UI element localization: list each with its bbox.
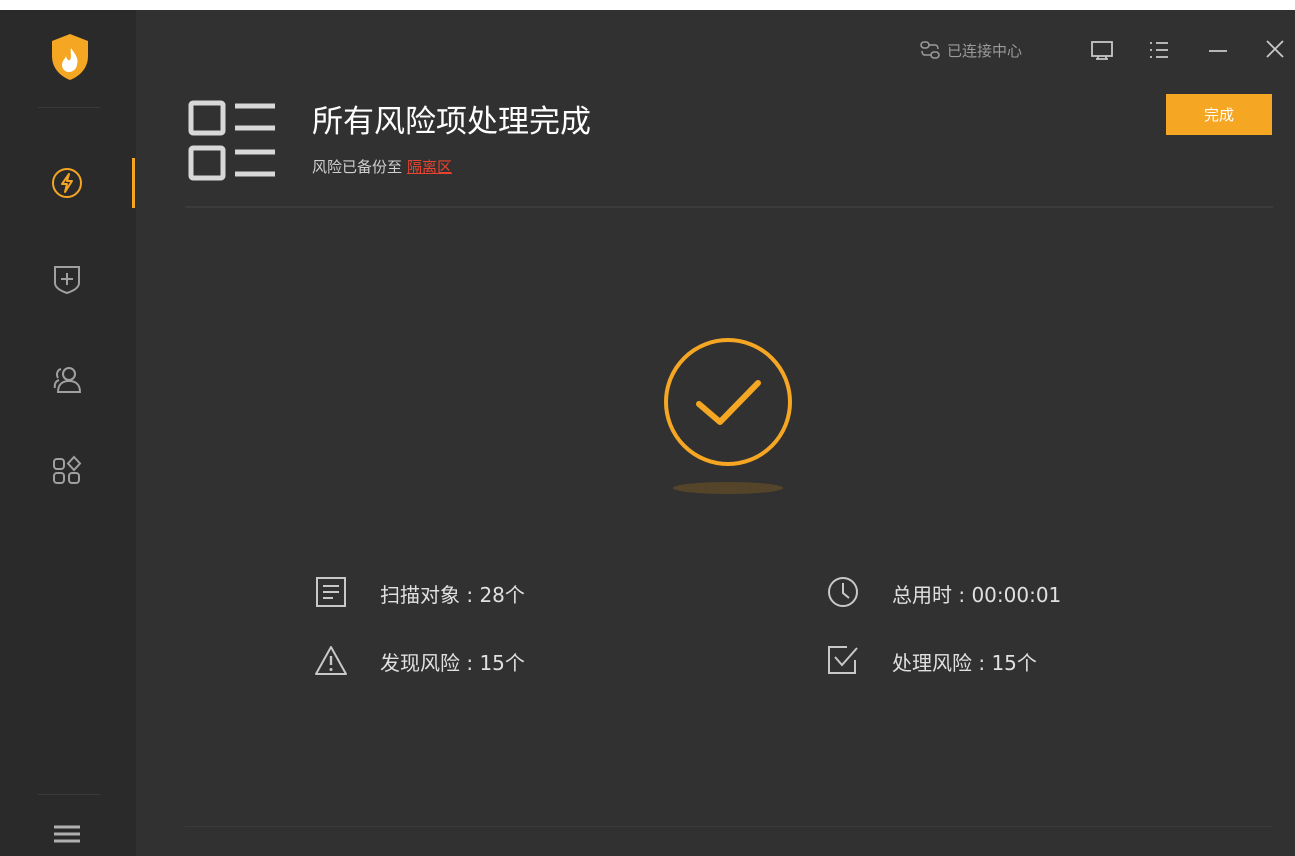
list-icon bbox=[187, 98, 277, 188]
shield-plus-icon bbox=[54, 266, 80, 295]
sidebar-item-protection[interactable] bbox=[0, 248, 136, 308]
found-risks-label: 发现风险 : 15个 bbox=[380, 651, 525, 675]
sidebar-divider bbox=[38, 107, 100, 108]
sidebar-bottom-divider bbox=[38, 794, 100, 795]
sidebar-item-apps[interactable] bbox=[0, 440, 136, 500]
hamburger-icon[interactable] bbox=[50, 822, 84, 850]
sidebar bbox=[0, 10, 136, 856]
page-subtitle: 风险已备份至 隔离区 bbox=[312, 156, 452, 177]
active-indicator bbox=[132, 158, 135, 208]
page-title: 所有风险项处理完成 bbox=[312, 104, 591, 140]
close-icon bbox=[1266, 40, 1284, 58]
menu-list-icon bbox=[1150, 42, 1168, 58]
link-icon bbox=[920, 41, 940, 59]
connect-center-label: 已连接中心 bbox=[947, 41, 1023, 60]
done-button[interactable]: 完成 bbox=[1166, 94, 1272, 135]
success-check-icon bbox=[662, 336, 794, 472]
minimize-button[interactable] bbox=[1205, 38, 1231, 62]
subtitle-text: 风险已备份至 bbox=[312, 158, 403, 176]
document-icon bbox=[316, 577, 346, 607]
minimize-icon bbox=[1209, 50, 1227, 52]
app-logo bbox=[48, 32, 92, 82]
users-icon bbox=[53, 367, 82, 393]
quarantine-link[interactable]: 隔离区 bbox=[407, 158, 452, 176]
menu-button[interactable] bbox=[1146, 38, 1172, 62]
connect-center-status[interactable]: 已连接中心 bbox=[919, 38, 1022, 62]
clock-icon bbox=[828, 577, 858, 607]
handled-risks-label: 处理风险 : 15个 bbox=[892, 651, 1037, 675]
app-window: 已连接中心 所有风险项处理完成 风险已备份至 隔离区 完成 扫描对象: 28个… bbox=[0, 10, 1295, 856]
sidebar-item-virus-scan[interactable] bbox=[0, 152, 136, 212]
close-button[interactable] bbox=[1262, 38, 1288, 62]
icon-shadow bbox=[673, 482, 783, 494]
feedback-button[interactable] bbox=[1089, 38, 1115, 62]
scan-objects-label: 扫描对象 : 28个 bbox=[380, 583, 525, 607]
total-time-label: 总用时 : 00:00:01 bbox=[892, 583, 1062, 607]
footer-divider bbox=[185, 826, 1273, 827]
apps-icon bbox=[53, 455, 82, 484]
feedback-icon bbox=[1091, 41, 1113, 60]
lightning-icon bbox=[52, 168, 82, 198]
header-divider bbox=[185, 206, 1273, 208]
warning-icon bbox=[315, 646, 347, 675]
sidebar-item-users[interactable] bbox=[0, 348, 136, 408]
checkbox-icon bbox=[828, 646, 858, 674]
